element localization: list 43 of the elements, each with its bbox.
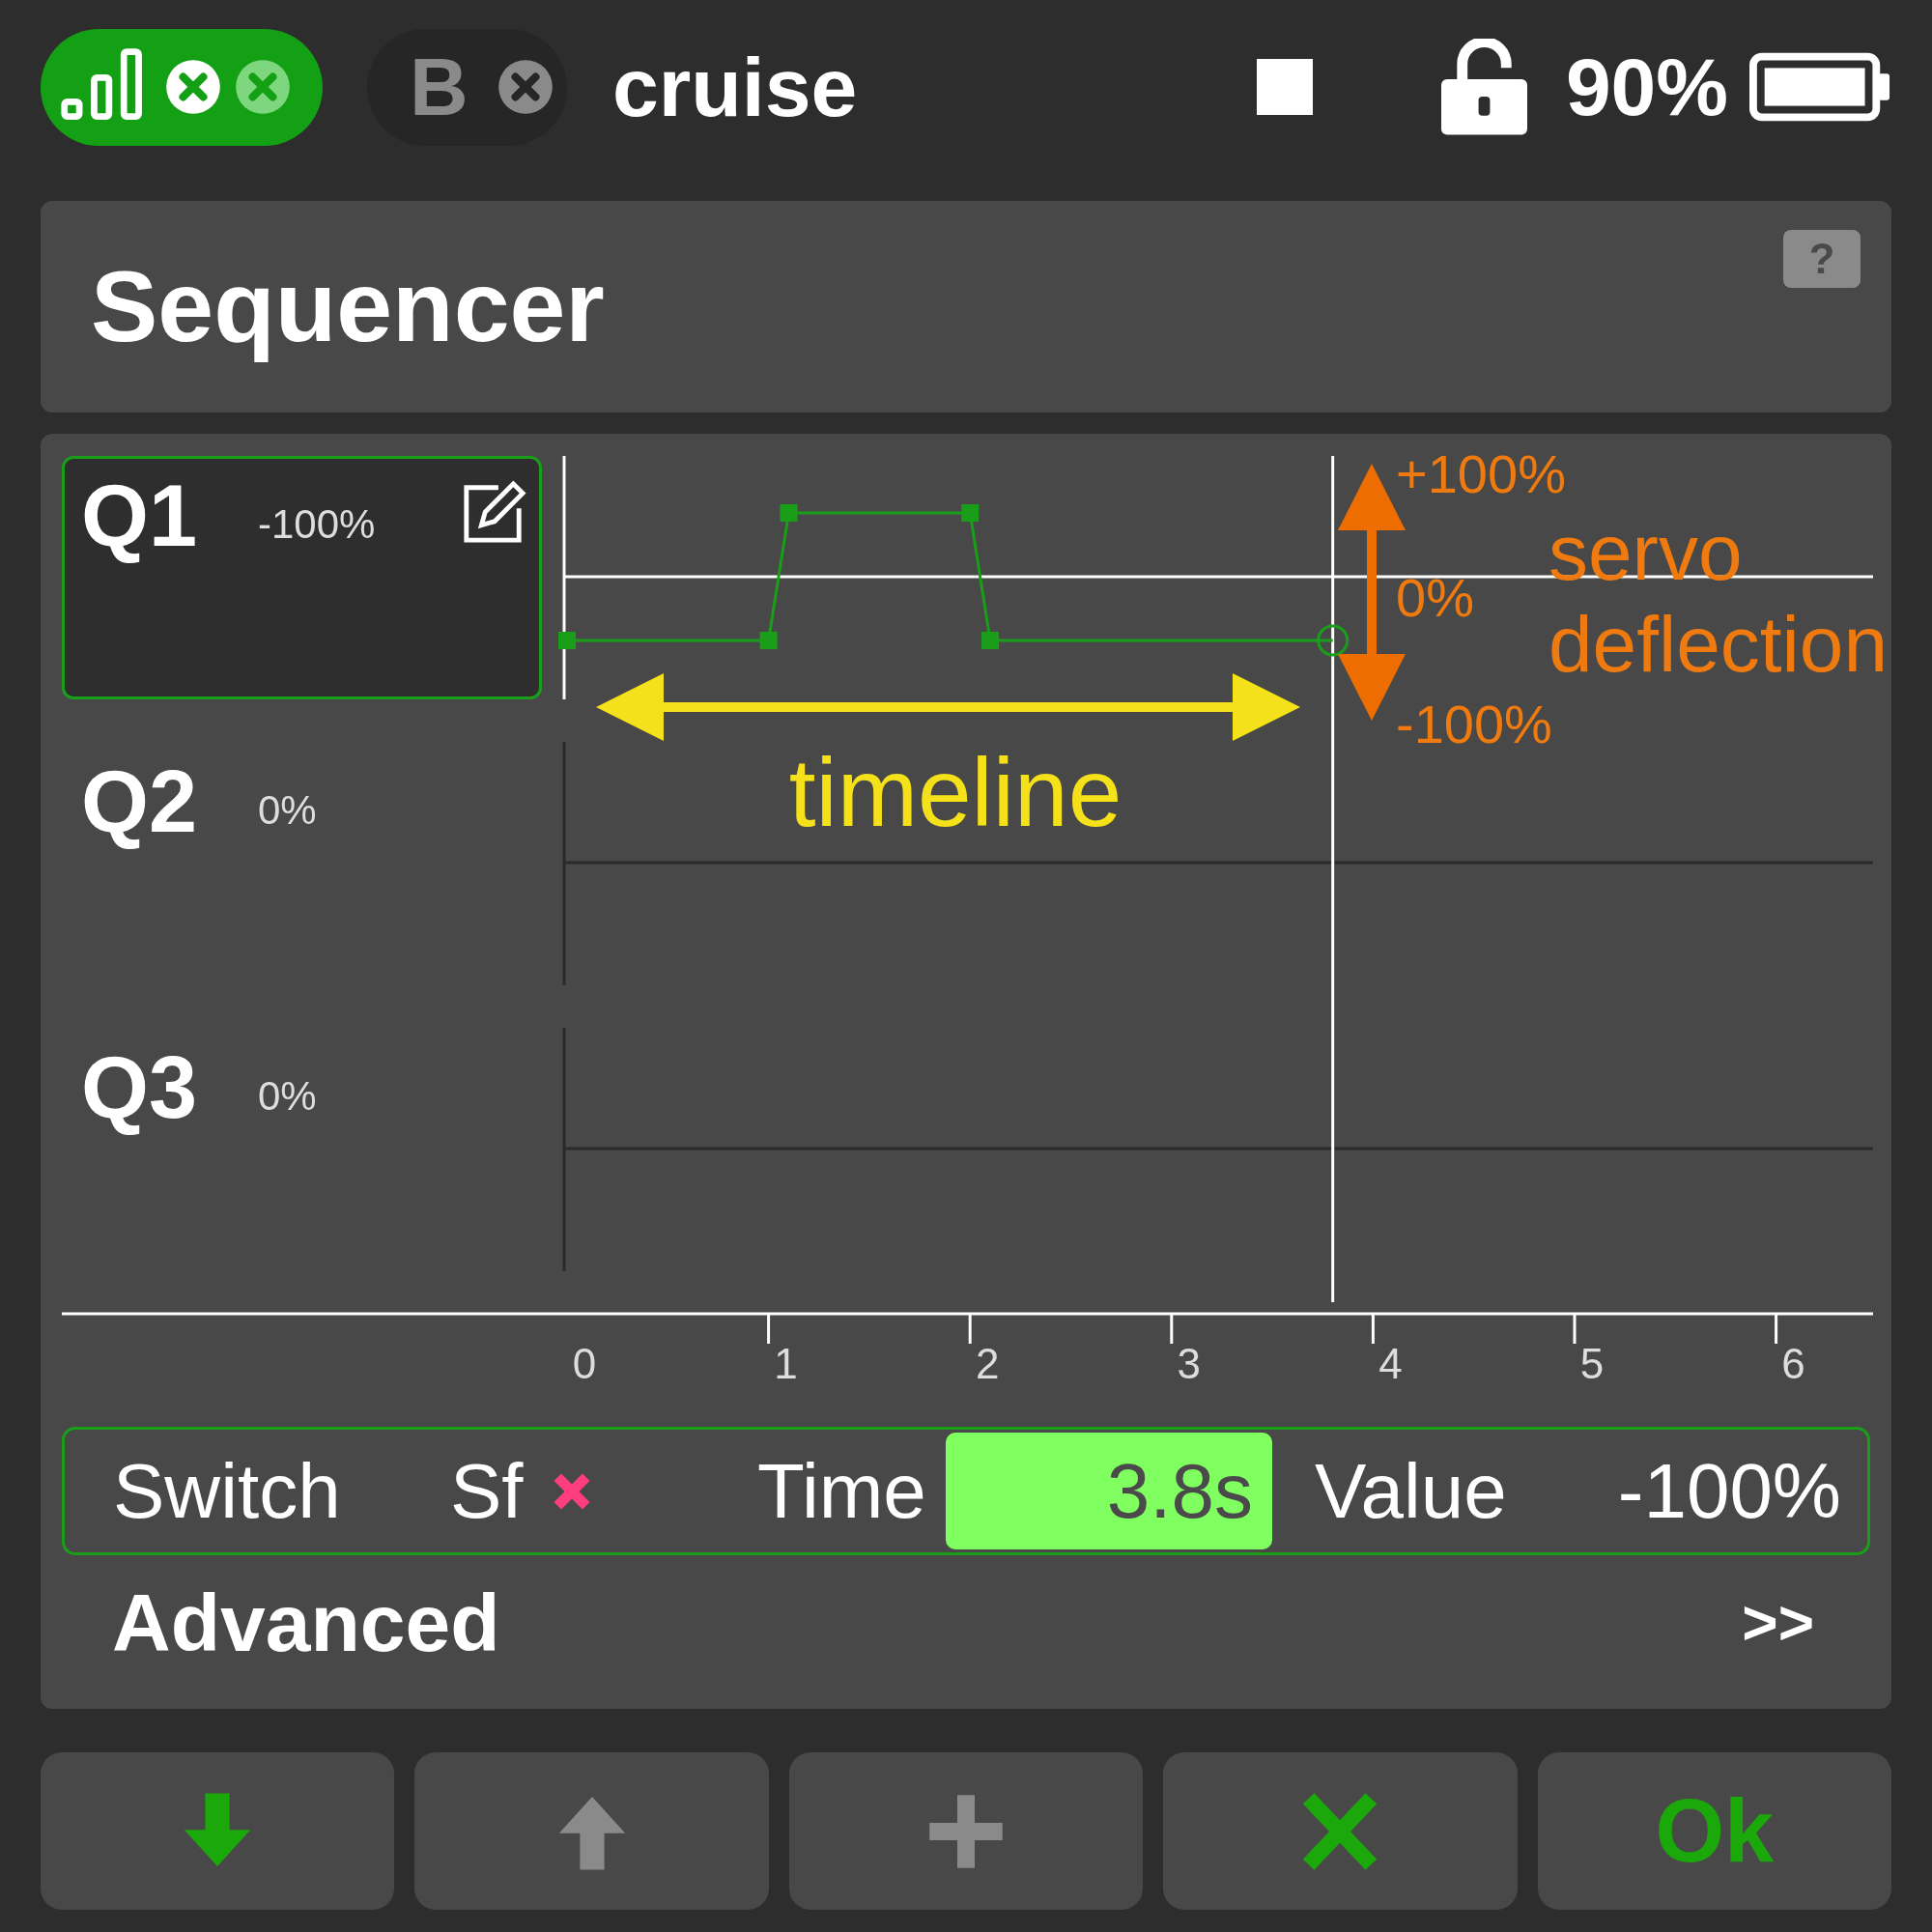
- tick-label: 1: [774, 1340, 798, 1387]
- model-slot-indicator[interactable]: B: [367, 28, 567, 146]
- tick-label: 2: [975, 1340, 1000, 1387]
- tick-label: 3: [1177, 1340, 1202, 1387]
- close-circle-icon: [165, 59, 221, 115]
- stop-icon: [1256, 59, 1313, 115]
- battery-percentage: 90%: [1565, 40, 1728, 134]
- close-circle-icon: [497, 59, 554, 115]
- advanced-arrow[interactable]: >>: [1742, 1587, 1814, 1659]
- tick-label: 0: [572, 1340, 597, 1387]
- advanced-link[interactable]: Advanced: [112, 1576, 500, 1670]
- tick-label: 5: [1579, 1340, 1605, 1387]
- channel-value: 0%: [258, 787, 317, 834]
- move-down-button[interactable]: [41, 1752, 395, 1910]
- channel-row[interactable]: Q3 0%: [62, 1028, 542, 1271]
- model-slot-label: B: [410, 40, 469, 134]
- switch-value[interactable]: Sf: [450, 1446, 552, 1536]
- page-title: Sequencer: [91, 249, 605, 364]
- channel-value: -100%: [258, 501, 376, 548]
- value-field[interactable]: -100%: [1595, 1446, 1841, 1536]
- channel-name: Q3: [81, 1038, 198, 1138]
- channel-row[interactable]: Q1 -100%: [62, 456, 542, 699]
- model-name: cruise: [612, 39, 858, 135]
- tick-label: 4: [1378, 1340, 1403, 1387]
- servo-deflection-label: servo deflection: [1548, 508, 1889, 688]
- max-deflection-label: +100%: [1396, 443, 1566, 504]
- edit-icon[interactable]: [461, 480, 526, 546]
- center-deflection-label: 0%: [1396, 567, 1474, 628]
- channel-row[interactable]: Q2 0%: [62, 742, 542, 985]
- field-label: Time: [757, 1446, 927, 1536]
- time-field[interactable]: 3.8s: [946, 1433, 1272, 1549]
- channel-value: 0%: [258, 1073, 317, 1120]
- channel-name: Q1: [81, 467, 198, 566]
- field-label: Value: [1314, 1446, 1508, 1536]
- timeline-label: timeline: [788, 738, 1122, 846]
- channel-name: Q2: [81, 753, 198, 852]
- close-circle-icon: [235, 59, 291, 115]
- tick-label: 6: [1781, 1340, 1805, 1387]
- lock-icon: [1440, 39, 1527, 135]
- field-label: Switch: [113, 1446, 342, 1536]
- min-deflection-label: -100%: [1396, 694, 1552, 754]
- battery-icon: [1749, 52, 1891, 122]
- delete-button[interactable]: [1163, 1752, 1518, 1910]
